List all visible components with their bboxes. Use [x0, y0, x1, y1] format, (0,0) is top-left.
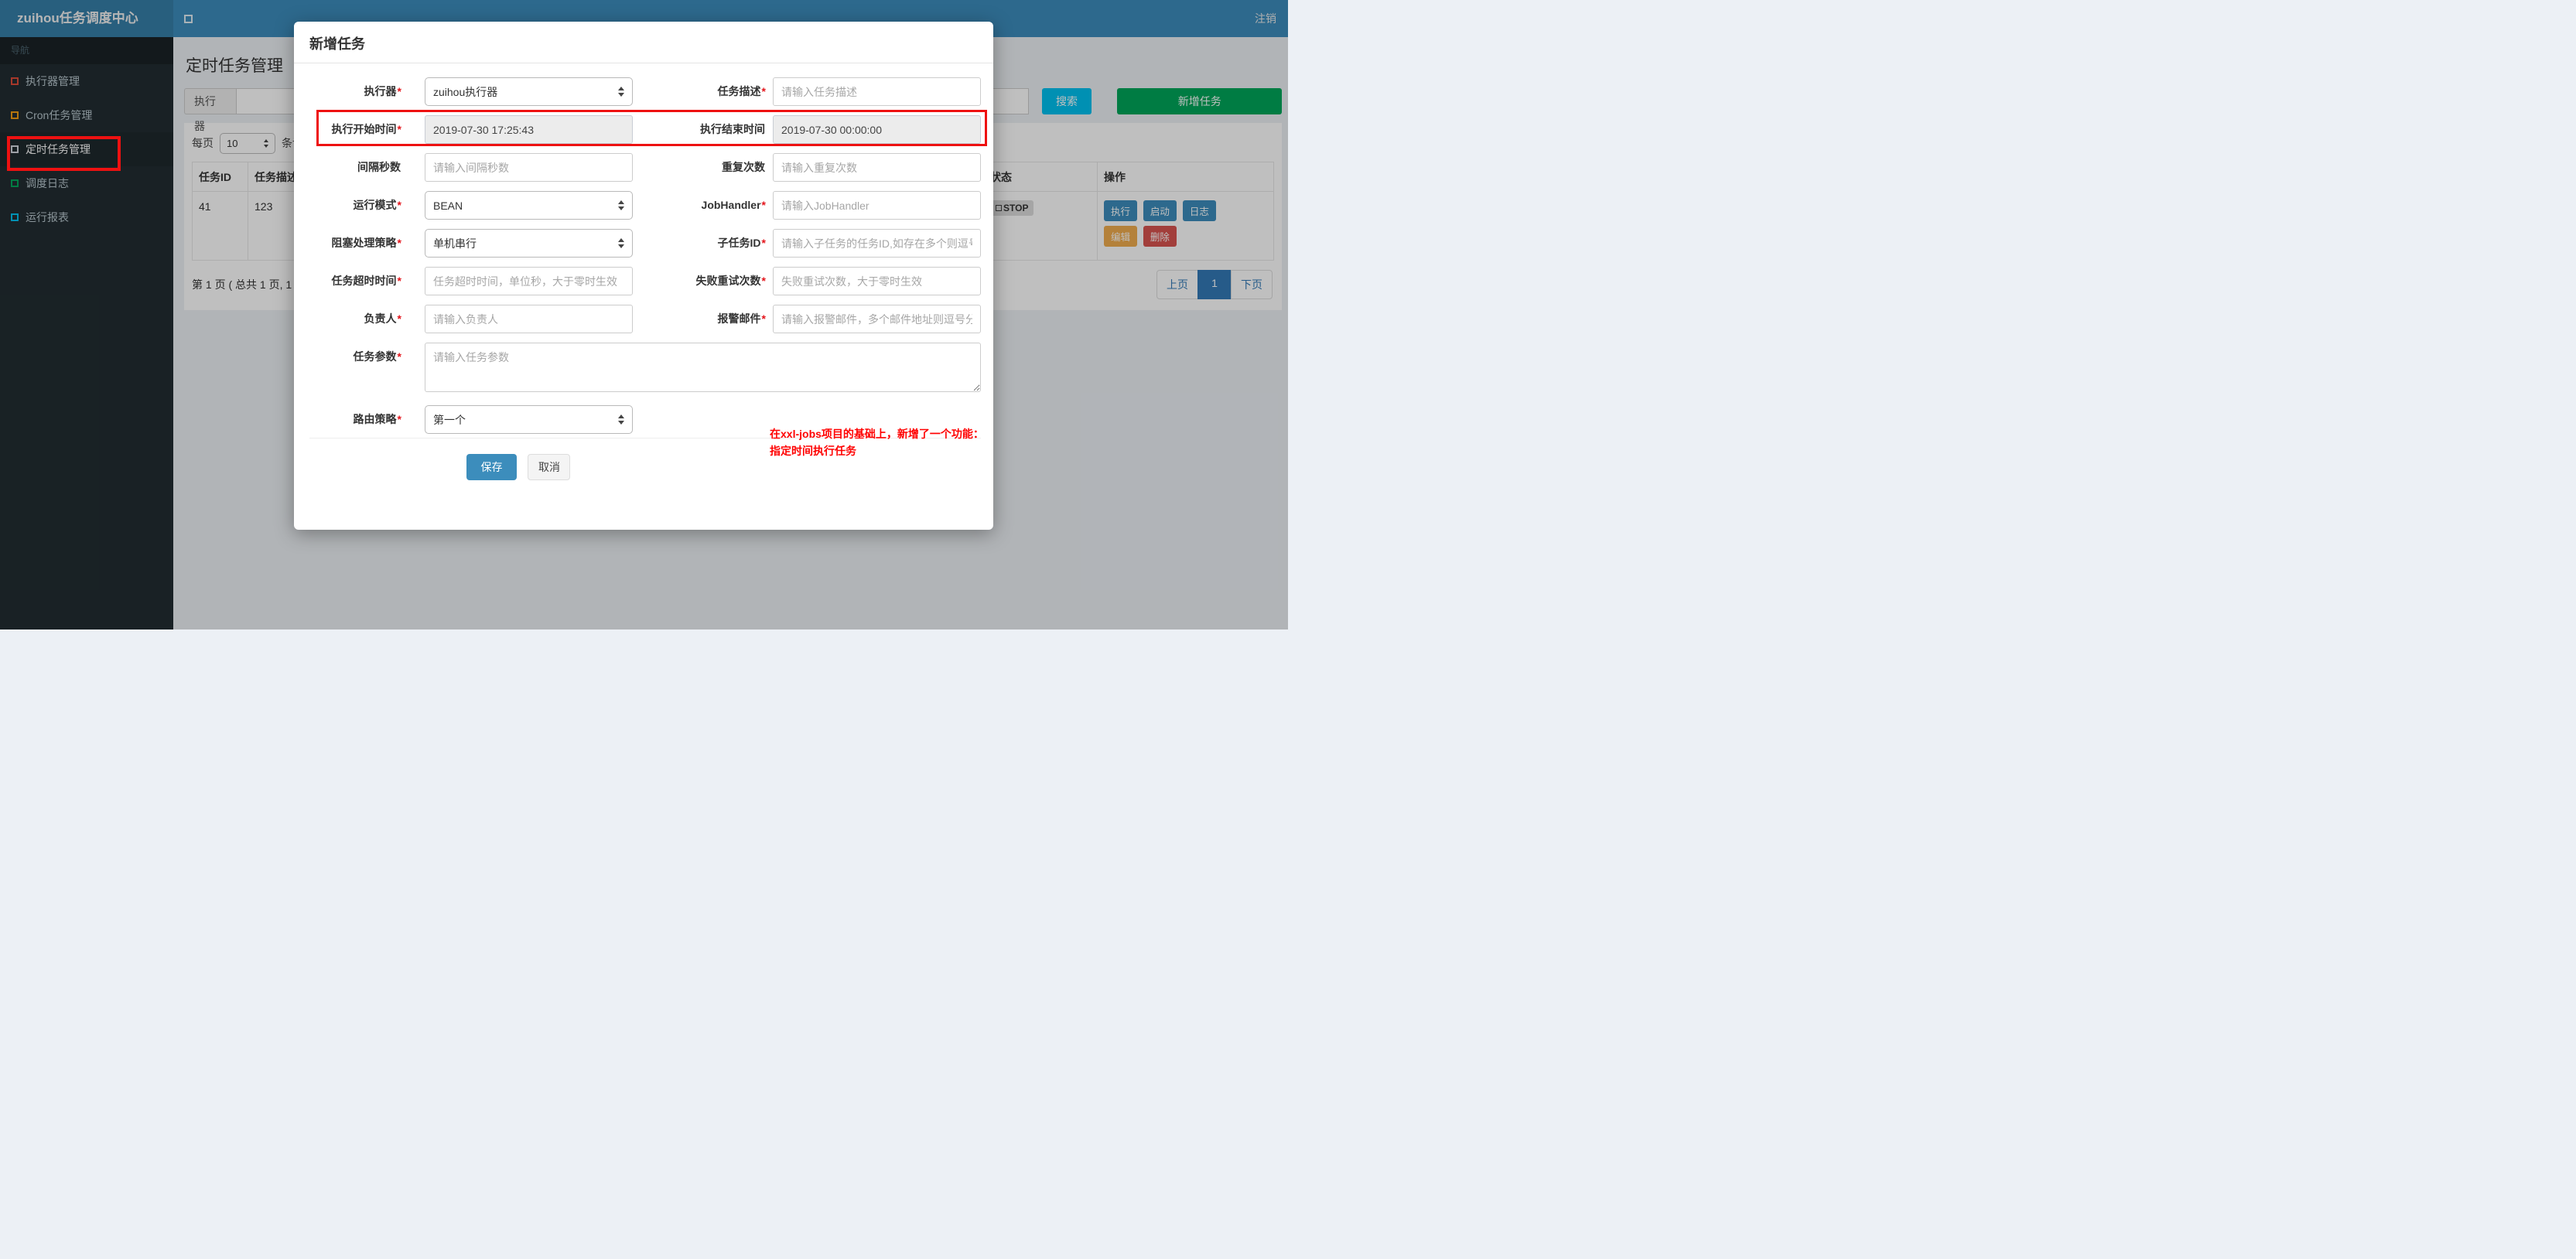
job-handler-input[interactable]	[773, 191, 981, 220]
owner-input[interactable]	[425, 305, 633, 333]
save-button[interactable]: 保存	[466, 454, 517, 480]
run-mode-select[interactable]: BEAN	[425, 191, 633, 220]
end-time-input[interactable]	[773, 115, 981, 144]
owner-label: 负责人*	[364, 312, 401, 325]
modal-title: 新增任务	[309, 36, 365, 52]
fail-retry-label: 失败重试次数*	[695, 275, 766, 287]
select-arrows-icon	[618, 238, 624, 248]
interval-label: 间隔秒数	[357, 161, 401, 173]
block-strategy-select[interactable]: 单机串行	[425, 229, 633, 258]
run-mode-select-value: BEAN	[433, 199, 463, 212]
red-note: 在xxl-jobs项目的基础上，新增了一个功能： 指定时间执行任务	[770, 425, 990, 459]
task-desc-label: 任务描述*	[717, 85, 766, 97]
start-time-label: 执行开始时间*	[331, 123, 401, 135]
modal-header: 新增任务	[294, 22, 993, 63]
child-job-label: 子任务ID*	[717, 237, 766, 249]
select-arrows-icon	[618, 415, 624, 425]
add-task-modal: 新增任务 执行器* zuihou执行器 任务描述* 执行开始时间* 执行结束时间…	[294, 22, 993, 530]
route-strategy-select[interactable]: 第一个	[425, 405, 633, 434]
executor-label: 执行器*	[364, 85, 401, 97]
run-mode-label: 运行模式*	[353, 199, 401, 211]
start-time-input[interactable]	[425, 115, 633, 144]
red-note-line1: 在xxl-jobs项目的基础上，新增了一个功能：	[770, 428, 984, 440]
block-strategy-select-value: 单机串行	[433, 237, 477, 250]
child-job-input[interactable]	[773, 229, 981, 258]
select-arrows-icon	[618, 87, 624, 97]
alarm-email-input[interactable]	[773, 305, 981, 333]
route-strategy-label: 路由策略*	[353, 413, 401, 425]
red-note-line2: 指定时间执行任务	[770, 445, 856, 457]
timeout-label: 任务超时时间*	[331, 275, 401, 287]
executor-select-value: zuihou执行器	[433, 85, 498, 98]
block-strategy-label: 阻塞处理策略*	[331, 237, 401, 249]
job-param-label: 任务参数*	[353, 350, 401, 363]
modal-body: 执行器* zuihou执行器 任务描述* 执行开始时间* 执行结束时间 间隔秒数…	[294, 63, 993, 480]
repeat-count-label: 重复次数	[722, 161, 765, 173]
route-strategy-select-value: 第一个	[433, 413, 466, 426]
select-arrows-icon	[618, 200, 624, 210]
repeat-count-input[interactable]	[773, 153, 981, 182]
fail-retry-input[interactable]	[773, 267, 981, 295]
alarm-email-label: 报警邮件*	[717, 312, 766, 325]
task-desc-input[interactable]	[773, 77, 981, 106]
interval-input[interactable]	[425, 153, 633, 182]
job-handler-label: JobHandler*	[701, 199, 766, 211]
job-param-textarea[interactable]	[425, 343, 981, 392]
timeout-input[interactable]	[425, 267, 633, 295]
cancel-button[interactable]: 取消	[528, 454, 571, 480]
end-time-label: 执行结束时间	[700, 123, 765, 135]
executor-select[interactable]: zuihou执行器	[425, 77, 633, 106]
